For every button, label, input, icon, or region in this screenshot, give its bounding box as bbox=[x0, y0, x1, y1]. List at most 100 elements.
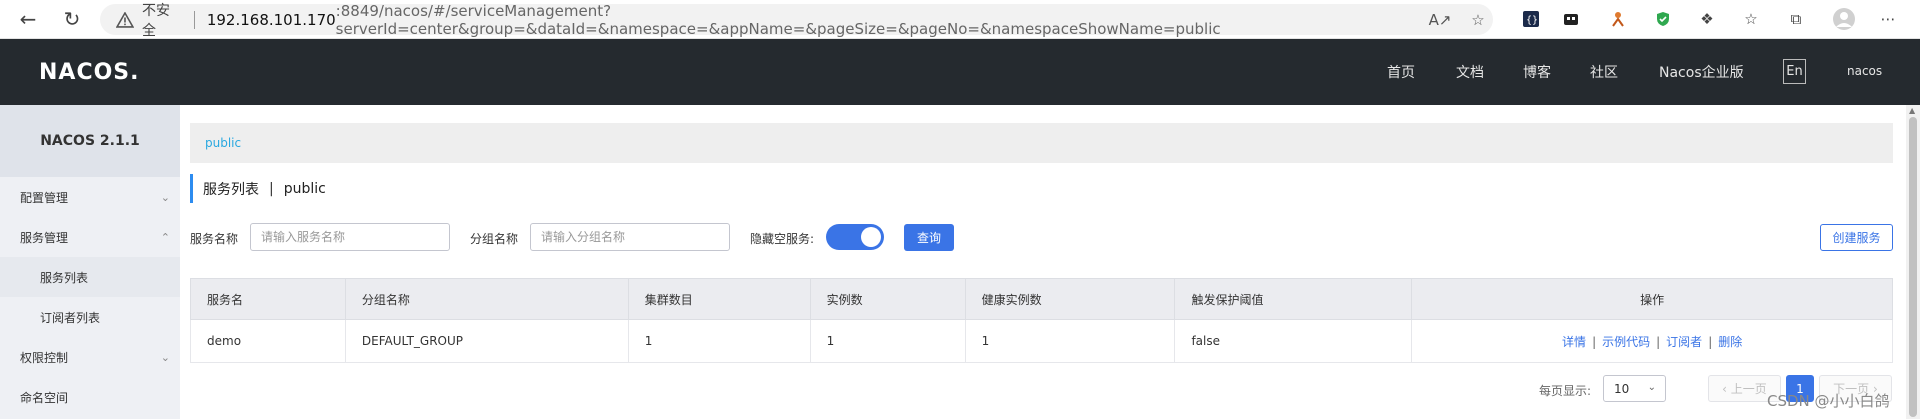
page-size-value: 10 bbox=[1614, 381, 1630, 396]
figure-icon bbox=[1612, 12, 1624, 27]
puzzle-icon[interactable]: ❖ bbox=[1696, 8, 1718, 30]
app-header: NACOS. 首页 文档 博客 社区 Nacos企业版 En nacos bbox=[0, 39, 1920, 105]
page-scrollbar[interactable]: ▲ bbox=[1906, 105, 1920, 419]
sidebar-title: NACOS 2.1.1 bbox=[0, 105, 180, 177]
page-title-namespace: public bbox=[283, 180, 326, 197]
hide-empty-toggle[interactable] bbox=[826, 224, 884, 250]
detail-link[interactable]: 详情 bbox=[1562, 335, 1586, 349]
nav-blog[interactable]: 博客 bbox=[1523, 62, 1551, 82]
title-separator: | bbox=[269, 180, 274, 197]
chevron-down-icon: ⌄ bbox=[1647, 382, 1656, 393]
favorite-star-icon[interactable]: ☆ bbox=[1468, 10, 1488, 30]
col-operations: 操作 bbox=[1411, 278, 1893, 320]
op-separator: | bbox=[1592, 334, 1597, 349]
service-name-label: 服务名称 bbox=[190, 232, 239, 246]
col-cluster-count: 集群数目 bbox=[627, 278, 811, 320]
sidebar-item-subscriber-list[interactable]: 订阅者列表 bbox=[0, 297, 180, 337]
sidebar-item-service-list[interactable]: 服务列表 bbox=[0, 257, 180, 297]
filter-bar: 服务名称 分组名称 隐藏空服务: 查询 创建服务 bbox=[190, 223, 1893, 253]
page-size-select[interactable]: 10 ⌄ bbox=[1603, 375, 1666, 402]
sample-code-link[interactable]: 示例代码 bbox=[1602, 335, 1650, 349]
col-group-name: 分组名称 bbox=[344, 278, 629, 320]
query-button[interactable]: 查询 bbox=[904, 224, 954, 251]
hide-empty-label: 隐藏空服务: bbox=[750, 232, 815, 246]
extension-tv-icon[interactable] bbox=[1560, 8, 1582, 30]
service-name-input[interactable] bbox=[250, 223, 450, 251]
extension-bracket-icon[interactable]: {} bbox=[1520, 8, 1542, 30]
page-title-text: 服务列表 bbox=[203, 181, 259, 198]
cell-instance-count: 1 bbox=[809, 319, 966, 363]
shield-icon bbox=[1657, 12, 1669, 26]
group-name-input[interactable] bbox=[530, 223, 730, 251]
cell-operations: 详情 | 示例代码 | 订阅者 | 删除 bbox=[1411, 319, 1893, 363]
nav-community[interactable]: 社区 bbox=[1590, 62, 1618, 82]
delete-link[interactable]: 删除 bbox=[1718, 335, 1742, 349]
sidebar-item-access-control[interactable]: 权限控制 ⌄ bbox=[0, 337, 180, 377]
extension-figure-icon[interactable] bbox=[1607, 8, 1629, 30]
col-protect-threshold: 触发保护阈值 bbox=[1174, 278, 1413, 320]
chevron-up-icon: ⌃ bbox=[160, 230, 170, 244]
profile-avatar-icon[interactable] bbox=[1833, 8, 1855, 30]
col-instance-count: 实例数 bbox=[809, 278, 966, 320]
op-separator: | bbox=[1708, 334, 1713, 349]
group-name-label: 分组名称 bbox=[470, 232, 519, 246]
read-aloud-icon[interactable]: A↗ bbox=[1429, 10, 1452, 30]
cell-group-name: DEFAULT_GROUP bbox=[344, 319, 629, 363]
address-divider bbox=[193, 10, 195, 29]
url-path: :8849/nacos/#/serviceManagement?serverId… bbox=[335, 1, 1221, 38]
chevron-down-icon: ⌄ bbox=[160, 350, 170, 364]
back-arrow-icon[interactable]: ← bbox=[13, 4, 43, 34]
sidebar: NACOS 2.1.1 配置管理 ⌄ 服务管理 ⌃ 服务列表 订阅者列表 权限控… bbox=[0, 105, 180, 419]
table-header-row: 服务名 分组名称 集群数目 实例数 健康实例数 触发保护阈值 操作 bbox=[190, 278, 1893, 320]
pagination: 每页显示: 10 ⌄ ‹ 上一页 1 下一页 › bbox=[190, 374, 1905, 404]
page-size-label: 每页显示: bbox=[1539, 384, 1592, 398]
page-title: 服务列表 | public bbox=[190, 174, 326, 203]
create-service-button[interactable]: 创建服务 bbox=[1820, 224, 1893, 251]
nav-enterprise[interactable]: Nacos企业版 bbox=[1659, 62, 1744, 82]
extension-shield-icon[interactable] bbox=[1652, 8, 1674, 30]
avatar-icon bbox=[1833, 8, 1855, 30]
namespace-link-public[interactable]: public bbox=[205, 136, 241, 150]
language-switch-button[interactable]: En bbox=[1783, 59, 1806, 84]
service-table: 服务名 分组名称 集群数目 实例数 健康实例数 触发保护阈值 操作 demo D… bbox=[190, 278, 1893, 363]
chevron-left-icon: ‹ bbox=[1722, 381, 1731, 396]
sidebar-item-label: 命名空间 bbox=[20, 390, 69, 405]
sidebar-item-config-management[interactable]: 配置管理 ⌄ bbox=[0, 177, 180, 217]
main-content: public 服务列表 | public 服务名称 分组名称 隐藏空服务: 查询… bbox=[190, 105, 1905, 419]
nacos-logo[interactable]: NACOS. bbox=[39, 60, 140, 85]
subscriber-link[interactable]: 订阅者 bbox=[1666, 335, 1702, 349]
browser-toolbar: ← ↻ 不安全 192.168.101.170 :8849/nacos/#/se… bbox=[0, 0, 1920, 39]
sidebar-item-label: 服务管理 bbox=[20, 230, 69, 245]
prev-page-label: 上一页 bbox=[1730, 382, 1767, 396]
watermark: CSDN @小小白鸽 bbox=[1767, 392, 1890, 410]
collections-icon[interactable]: ⧉ bbox=[1785, 8, 1807, 30]
scroll-up-icon[interactable]: ▲ bbox=[1909, 106, 1915, 115]
chevron-down-icon: ⌄ bbox=[160, 190, 170, 204]
op-separator: | bbox=[1656, 334, 1661, 349]
sidebar-item-label: 订阅者列表 bbox=[40, 310, 101, 325]
svg-text:{}: {} bbox=[1526, 15, 1538, 26]
scroll-thumb[interactable] bbox=[1909, 117, 1917, 417]
cell-protect-threshold: false bbox=[1174, 319, 1413, 363]
sidebar-item-label: 权限控制 bbox=[20, 350, 69, 365]
nav-docs[interactable]: 文档 bbox=[1456, 62, 1484, 82]
sidebar-item-service-management[interactable]: 服务管理 ⌃ bbox=[0, 217, 180, 257]
insecure-label: 不安全 bbox=[141, 2, 170, 39]
sidebar-item-namespace[interactable]: 命名空间 bbox=[0, 377, 180, 417]
reload-icon[interactable]: ↻ bbox=[57, 4, 87, 34]
cell-service-name: demo bbox=[190, 319, 346, 363]
favorites-icon[interactable]: ☆ bbox=[1740, 8, 1762, 30]
table-row: demo DEFAULT_GROUP 1 1 1 false 详情 | 示例代码 | 订… bbox=[190, 319, 1893, 363]
user-name[interactable]: nacos bbox=[1847, 64, 1882, 78]
address-bar[interactable]: 不安全 192.168.101.170 :8849/nacos/#/servic… bbox=[100, 1, 1493, 39]
col-healthy-count: 健康实例数 bbox=[964, 278, 1176, 320]
url-host: 192.168.101.170 bbox=[206, 10, 336, 29]
cell-healthy-count: 1 bbox=[964, 319, 1176, 363]
sidebar-item-label: 配置管理 bbox=[20, 190, 69, 205]
bracket-icon: {} bbox=[1523, 11, 1539, 27]
more-menu-icon[interactable]: ⋯ bbox=[1877, 8, 1899, 30]
warning-icon bbox=[116, 11, 134, 28]
tv-icon bbox=[1564, 14, 1578, 25]
namespace-bar: public bbox=[190, 123, 1893, 163]
nav-home[interactable]: 首页 bbox=[1387, 62, 1415, 82]
